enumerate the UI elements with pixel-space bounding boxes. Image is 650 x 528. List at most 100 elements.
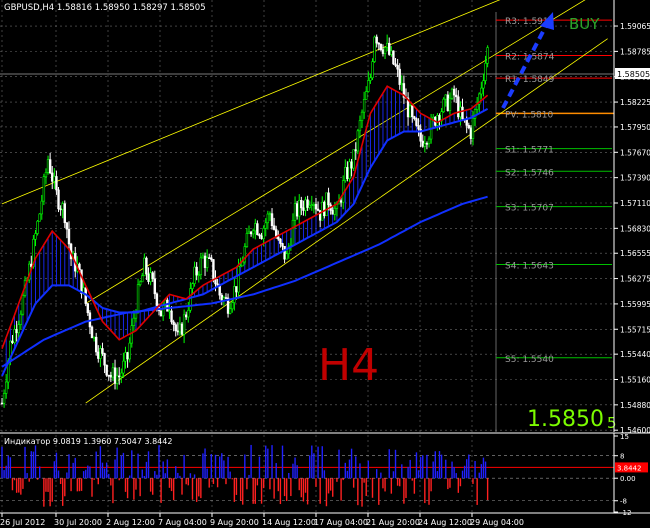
candle-body [174, 324, 177, 332]
candle-body [172, 321, 175, 325]
candle-body [388, 42, 391, 55]
candle-body [249, 231, 253, 235]
candle-body [44, 171, 48, 178]
candle-body [308, 204, 311, 208]
candle-body [197, 274, 200, 277]
candle-body [285, 253, 288, 260]
candle-body [180, 323, 184, 335]
candle-body [350, 161, 353, 169]
big-price: 1.5850 5 [527, 407, 617, 432]
candle-body [57, 189, 60, 210]
time-tick-label: 29 Aug 04:00 [470, 518, 524, 527]
candle-body [122, 360, 125, 374]
candle-body [228, 308, 232, 314]
indicator-value-label: 3.8442 [617, 464, 642, 472]
time-tick-label: 30 Jul 20:00 [54, 518, 102, 527]
candle-body [92, 336, 96, 339]
candle-body [293, 203, 297, 221]
candle-body [191, 283, 194, 289]
indicator-tick-label: -8 [620, 498, 627, 506]
price-tick-label: 1.57390 [620, 174, 650, 183]
candle-body [298, 200, 301, 217]
candle-body [444, 94, 447, 100]
current-price-label: 1.58505 [617, 70, 650, 79]
candle-body [176, 330, 180, 333]
candle-body [367, 80, 370, 92]
candle-body [59, 208, 62, 211]
candle-body [224, 297, 228, 299]
indicator-tick-label: 15 [620, 433, 629, 441]
candle-body [413, 116, 416, 119]
candle-body [212, 259, 215, 280]
indicator-tick-label: 0.00 [620, 475, 636, 483]
candle-body [465, 119, 468, 126]
candle-body [182, 314, 186, 335]
candle-body [461, 106, 464, 120]
candle-body [339, 200, 343, 203]
candle-body [450, 88, 454, 99]
price-tick-label: 1.56555 [620, 249, 650, 258]
candle-body [115, 375, 119, 384]
candle-body [256, 223, 259, 236]
candle-body [484, 62, 487, 81]
candle-body [390, 50, 393, 55]
candle-body [486, 47, 489, 64]
candle-body [325, 192, 328, 217]
pivot-label-r1: R1: 1.5849 [505, 75, 555, 85]
candle-body [268, 213, 272, 215]
candle-body [346, 167, 349, 179]
candle-body [136, 284, 140, 313]
candle-body [356, 130, 360, 152]
candle-body [34, 233, 37, 240]
candle-body [231, 302, 234, 310]
candle-body [247, 231, 251, 234]
chart-canvas: R3: 1.5913R2: 1.5874R1: 1.5849PV: 1.5810… [0, 0, 650, 528]
candle-body [2, 393, 6, 404]
candle-body [46, 159, 50, 173]
candle-body [141, 275, 144, 283]
price-tick-label: 1.54880 [620, 401, 650, 410]
candle-body [113, 367, 117, 384]
time-tick-label: 17 Aug 04:00 [314, 518, 368, 527]
candle-body [199, 257, 203, 276]
candle-body [467, 125, 470, 129]
candle-body [262, 227, 265, 240]
candle-body [279, 238, 282, 244]
candle-body [365, 91, 368, 100]
candle-body [352, 149, 355, 169]
candle-body [120, 372, 123, 378]
candle-body [203, 255, 207, 268]
candle-body [304, 199, 307, 211]
candle-body [396, 65, 399, 70]
price-tick-label: 1.58225 [620, 98, 650, 107]
candle-body [392, 50, 395, 65]
candle-body [381, 49, 385, 54]
candle-body [251, 230, 255, 235]
candle-body [385, 42, 389, 48]
candle-body [245, 233, 249, 247]
candle-body [344, 167, 347, 181]
candle-body [471, 117, 475, 139]
candle-body [195, 266, 198, 276]
time-tick-label: 14 Aug 12:00 [262, 518, 316, 527]
candle-body [408, 105, 412, 118]
candle-body [314, 204, 318, 210]
candle-body [436, 115, 439, 126]
candle-body [48, 159, 52, 174]
candle-body [469, 127, 473, 139]
candle-body [415, 118, 418, 126]
candle-body [281, 243, 284, 247]
candle-body [446, 94, 450, 111]
candle-body [65, 222, 69, 230]
time-tick-label: 24 Aug 12:00 [418, 518, 472, 527]
candle-body [4, 381, 8, 394]
candle-body [103, 353, 106, 366]
candle-body [348, 161, 351, 179]
candle-body [42, 176, 46, 202]
candle-body [126, 352, 129, 360]
candle-body [394, 63, 397, 66]
pivot-label-s5: S5: 1.5540 [505, 355, 554, 365]
candle-body [53, 176, 56, 182]
candle-body [36, 220, 39, 234]
candle-body [161, 305, 165, 317]
